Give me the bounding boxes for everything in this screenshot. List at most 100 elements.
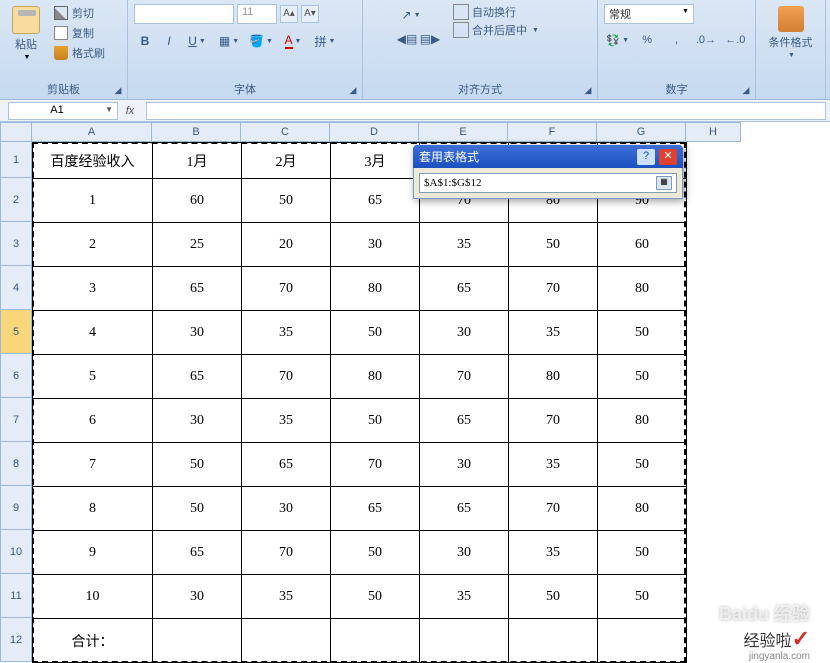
- table-cell[interactable]: 20: [242, 223, 331, 267]
- font-name-select[interactable]: [134, 4, 234, 24]
- table-cell[interactable]: 50: [153, 487, 242, 531]
- conditional-formatting-button[interactable]: 条件格式 ▼: [762, 4, 819, 61]
- table-cell[interactable]: 65: [242, 443, 331, 487]
- table-cell[interactable]: 60: [598, 223, 687, 267]
- col-header[interactable]: G: [597, 122, 686, 142]
- table-cell[interactable]: 35: [509, 443, 598, 487]
- wrap-text-button[interactable]: 自动换行: [453, 4, 539, 20]
- paste-button[interactable]: 粘贴 ▼: [6, 4, 46, 63]
- dialog-launcher-icon[interactable]: ◢: [740, 84, 752, 96]
- increase-indent-button[interactable]: ▤▶: [419, 28, 441, 50]
- table-cell[interactable]: 4: [33, 311, 153, 355]
- decrease-decimal-button[interactable]: ←.0: [722, 29, 749, 51]
- row-header[interactable]: 7: [0, 398, 32, 442]
- table-cell[interactable]: 30: [331, 223, 420, 267]
- table-cell[interactable]: 50: [331, 575, 420, 619]
- table-cell[interactable]: 30: [420, 531, 509, 575]
- table-cell[interactable]: 80: [509, 355, 598, 399]
- table-cell[interactable]: 50: [598, 311, 687, 355]
- row-header[interactable]: 1: [0, 142, 32, 178]
- accounting-button[interactable]: 💱▼: [604, 29, 631, 51]
- table-cell[interactable]: 65: [420, 399, 509, 443]
- table-cell[interactable]: 50: [598, 443, 687, 487]
- row-header[interactable]: 3: [0, 222, 32, 266]
- table-header-cell[interactable]: 2月: [242, 143, 331, 179]
- table-cell[interactable]: 50: [598, 531, 687, 575]
- table-cell[interactable]: 30: [153, 311, 242, 355]
- table-cell[interactable]: 70: [331, 443, 420, 487]
- table-header-cell[interactable]: 1月: [153, 143, 242, 179]
- table-cell[interactable]: [509, 619, 598, 663]
- table-cell[interactable]: 65: [331, 487, 420, 531]
- table-cell[interactable]: 8: [33, 487, 153, 531]
- table-cell[interactable]: 70: [242, 267, 331, 311]
- formula-input[interactable]: [146, 102, 826, 120]
- select-all-corner[interactable]: [0, 122, 32, 142]
- grow-font-button[interactable]: A▴: [280, 5, 298, 23]
- table-cell[interactable]: 65: [153, 355, 242, 399]
- col-header[interactable]: F: [508, 122, 597, 142]
- shrink-font-button[interactable]: A▾: [301, 5, 319, 23]
- table-cell[interactable]: 70: [242, 531, 331, 575]
- table-cell[interactable]: 2: [33, 223, 153, 267]
- table-cell[interactable]: 80: [331, 355, 420, 399]
- border-button[interactable]: ▦▼: [214, 30, 244, 52]
- table-header-cell[interactable]: 百度经验收入: [33, 143, 153, 179]
- table-cell[interactable]: 70: [509, 399, 598, 443]
- table-cell[interactable]: 50: [331, 399, 420, 443]
- dialog-launcher-icon[interactable]: ◢: [112, 84, 124, 96]
- table-cell[interactable]: 70: [420, 355, 509, 399]
- fx-button[interactable]: fx: [118, 105, 142, 117]
- table-cell[interactable]: 70: [509, 487, 598, 531]
- table-cell[interactable]: 35: [242, 311, 331, 355]
- fill-color-button[interactable]: 🪣▼: [246, 30, 276, 52]
- row-header[interactable]: 6: [0, 354, 32, 398]
- row-header[interactable]: 10: [0, 530, 32, 574]
- table-cell[interactable]: 35: [509, 311, 598, 355]
- name-box[interactable]: A1: [8, 102, 118, 120]
- table-cell[interactable]: 30: [420, 311, 509, 355]
- comma-button[interactable]: ,: [663, 29, 690, 51]
- font-color-button[interactable]: A▼: [278, 30, 308, 52]
- table-cell[interactable]: 5: [33, 355, 153, 399]
- col-header[interactable]: A: [32, 122, 152, 142]
- table-cell[interactable]: 7: [33, 443, 153, 487]
- row-header[interactable]: 2: [0, 178, 32, 222]
- table-cell[interactable]: 50: [598, 575, 687, 619]
- table-cell[interactable]: 50: [509, 575, 598, 619]
- table-cell[interactable]: 65: [331, 179, 420, 223]
- col-header[interactable]: C: [241, 122, 330, 142]
- dialog-close-button[interactable]: ✕: [659, 149, 677, 165]
- align-bottom-button[interactable]: [387, 4, 395, 26]
- font-size-select[interactable]: 11: [237, 4, 277, 24]
- row-header[interactable]: 5: [0, 310, 32, 354]
- row-header[interactable]: 11: [0, 574, 32, 618]
- underline-button[interactable]: U▼: [182, 30, 212, 52]
- copy-button[interactable]: 复制: [52, 24, 107, 42]
- table-cell[interactable]: [420, 619, 509, 663]
- row-header[interactable]: 8: [0, 442, 32, 486]
- col-header[interactable]: B: [152, 122, 241, 142]
- dialog-help-button[interactable]: ?: [637, 149, 655, 165]
- col-header[interactable]: E: [419, 122, 508, 142]
- table-cell[interactable]: 6: [33, 399, 153, 443]
- table-cell[interactable]: 3: [33, 267, 153, 311]
- align-right-button[interactable]: [387, 28, 395, 50]
- table-cell[interactable]: [242, 619, 331, 663]
- table-cell[interactable]: 50: [598, 355, 687, 399]
- table-cell[interactable]: 60: [153, 179, 242, 223]
- table-cell[interactable]: [153, 619, 242, 663]
- merge-center-button[interactable]: 合并后居中▼: [453, 22, 539, 38]
- italic-button[interactable]: I: [158, 30, 180, 52]
- align-middle-button[interactable]: [378, 4, 386, 26]
- table-cell[interactable]: 65: [153, 267, 242, 311]
- table-cell[interactable]: 30: [153, 575, 242, 619]
- table-cell[interactable]: 70: [242, 355, 331, 399]
- row-header[interactable]: 9: [0, 486, 32, 530]
- table-cell[interactable]: 35: [420, 223, 509, 267]
- table-cell[interactable]: 35: [242, 575, 331, 619]
- table-cell[interactable]: 30: [420, 443, 509, 487]
- table-cell[interactable]: 65: [420, 267, 509, 311]
- format-painter-button[interactable]: 格式刷: [52, 44, 107, 62]
- table-cell[interactable]: 35: [509, 531, 598, 575]
